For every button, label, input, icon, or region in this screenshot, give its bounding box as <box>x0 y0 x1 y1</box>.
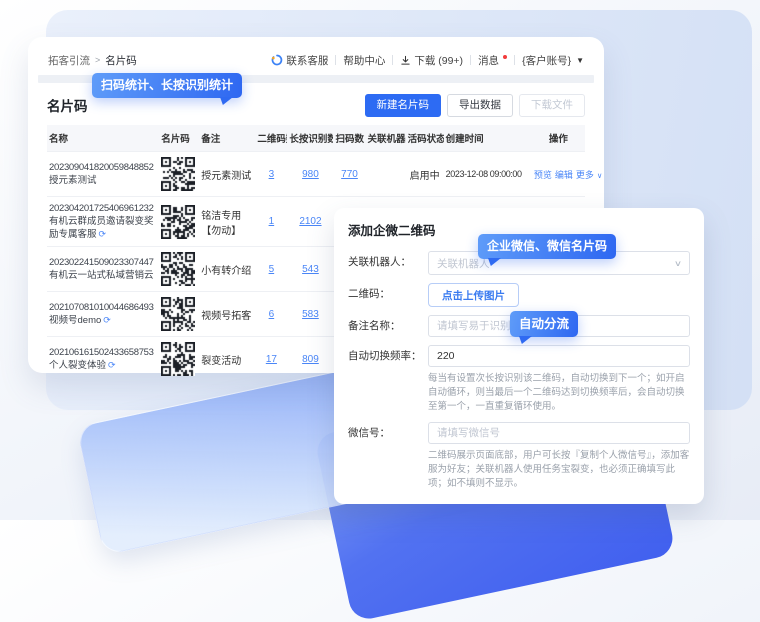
longpress-count-link[interactable]: 2102 <box>299 216 321 227</box>
account-menu[interactable]: {客户账号} ▼ <box>522 53 584 68</box>
messages-link[interactable]: 消息 <box>478 53 507 68</box>
preview-link[interactable]: 预览 <box>534 170 552 180</box>
chevron-down-icon: ∨ <box>674 259 682 268</box>
remark-name-label: 备注名称： <box>348 315 428 337</box>
col-actions: 操作 <box>532 125 585 152</box>
col-qrcode: 名片码 <box>159 125 199 152</box>
divider <box>335 55 336 65</box>
row-name: 授元素测试 <box>49 174 157 187</box>
longpress-count-link[interactable]: 809 <box>302 354 319 365</box>
col-name: 名称 <box>47 125 159 152</box>
download-icon <box>400 55 411 66</box>
col-status: 活码状态 <box>406 125 444 152</box>
more-chevron-icon[interactable]: ∨ <box>597 171 603 180</box>
download-label: 下载 (99+) <box>414 53 463 68</box>
row-remark: 视频号拓客 <box>201 311 251 322</box>
table-row: 202309041820059848852 授元素测试 授元素测试 3 980 … <box>47 152 585 197</box>
qr-code-image <box>161 297 195 331</box>
row-ops: 预览编辑更多∨ <box>532 152 585 197</box>
contact-service-label: 联系客服 <box>286 53 328 68</box>
topbar-links: 联系客服 帮助中心 下载 (99+) 消息 {客户账号} ▼ <box>271 53 584 68</box>
breadcrumb-separator-icon: > <box>95 55 100 65</box>
edit-link[interactable]: 编辑 <box>555 170 573 180</box>
scan-stats-callout: 扫码统计、长按识别统计 <box>92 73 242 98</box>
col-qr-count: 二维码数 <box>255 125 287 152</box>
sync-icon: ⟳ <box>103 315 111 325</box>
breadcrumb-current: 名片码 <box>105 53 137 68</box>
row-robot <box>366 152 406 197</box>
customer-service-icon <box>271 54 283 66</box>
qr-count-link[interactable]: 1 <box>269 216 275 227</box>
notification-dot <box>503 55 507 59</box>
qr-count-link[interactable]: 6 <box>269 309 275 320</box>
sync-icon: ⟳ <box>99 229 107 239</box>
col-robot: 关联机器人 <box>366 125 406 152</box>
row-status: 启用中 <box>406 152 444 197</box>
breadcrumb-parent[interactable]: 拓客引流 <box>48 53 90 68</box>
breadcrumb: 拓客引流 > 名片码 <box>48 53 137 68</box>
row-created: 2023-12-08 09:00:00 <box>446 169 522 179</box>
scan-count-link[interactable]: 770 <box>341 169 358 180</box>
contact-service-link[interactable]: 联系客服 <box>271 53 328 68</box>
auto-split-callout-text: 自动分流 <box>519 317 569 331</box>
row-id: 202106161502433658753 <box>49 346 157 359</box>
chevron-down-icon: ▼ <box>576 56 584 65</box>
row-remark: 授元素测试 <box>201 171 251 182</box>
col-remark: 备注 <box>199 125 255 152</box>
wechat-id-label: 微信号： <box>348 422 428 444</box>
qr-code-image <box>161 157 195 191</box>
divider <box>470 55 471 65</box>
topbar: 拓客引流 > 名片码 联系客服 帮助中心 下载 (99+) 消息 <box>38 47 594 73</box>
divider <box>514 55 515 65</box>
auto-split-callout: 自动分流 <box>510 311 578 337</box>
qr-code-image <box>161 252 195 286</box>
more-link[interactable]: 更多 <box>576 170 594 180</box>
row-name: 视频号demo⟳ <box>49 314 157 327</box>
qr-count-link[interactable]: 5 <box>269 264 275 275</box>
qr-code-image <box>161 342 195 376</box>
qr-count-link[interactable]: 17 <box>266 354 277 365</box>
col-scan-count: 扫码数 <box>333 125 365 152</box>
download-file-button[interactable]: 下载文件 <box>519 94 585 117</box>
upload-image-button[interactable]: 点击上传图片 <box>428 283 519 307</box>
messages-label: 消息 <box>478 53 499 68</box>
robot-label: 关联机器人： <box>348 251 428 273</box>
row-name: 有机云一站式私域营销云 <box>49 269 157 282</box>
sync-icon: ⟳ <box>108 360 116 370</box>
frequency-help-text: 每当有设置次长按识别该二维码，自动切换到下一个；如开启自动循环，则当最后一个二维… <box>428 372 690 414</box>
create-card-button[interactable]: 新建名片码 <box>365 94 442 117</box>
wecom-card-callout-text: 企业微信、微信名片码 <box>487 239 607 253</box>
switch-frequency-label: 自动切换频率： <box>348 345 428 367</box>
qrcode-label: 二维码： <box>348 283 428 305</box>
wechat-help-text: 二维码展示页面底部，用户可长按『复制个人微信号』，添加客服为好友；关联机器人使用… <box>428 449 690 491</box>
col-created: 创建时间 <box>444 125 532 152</box>
longpress-count-link[interactable]: 980 <box>302 169 319 180</box>
help-center-link[interactable]: 帮助中心 <box>343 53 385 68</box>
qr-code-image <box>161 205 195 239</box>
row-remark: 小有转介绍 <box>201 266 251 277</box>
switch-frequency-input[interactable] <box>428 345 690 367</box>
row-remark: 铭洁专用【勿动】 <box>201 211 241 237</box>
col-longpress-count: 长按识别数 <box>287 125 333 152</box>
longpress-count-link[interactable]: 543 <box>302 264 319 275</box>
row-id: 202304201725406961232 <box>49 202 157 215</box>
row-id: 202107081010044686493 <box>49 301 157 314</box>
divider <box>392 55 393 65</box>
scan-stats-callout-text: 扫码统计、长按识别统计 <box>101 78 233 92</box>
qr-count-link[interactable]: 3 <box>269 169 275 180</box>
row-id: 202309041820059848852 <box>49 161 157 174</box>
download-link[interactable]: 下载 (99+) <box>400 53 463 68</box>
page-title: 名片码 <box>47 95 88 115</box>
row-name: 个人裂变体验⟳ <box>49 359 157 372</box>
help-center-label: 帮助中心 <box>343 53 385 68</box>
wecom-card-callout: 企业微信、微信名片码 <box>478 234 616 259</box>
account-label: {客户账号} <box>522 53 571 68</box>
export-data-button[interactable]: 导出数据 <box>447 94 513 117</box>
table-header-row: 名称 名片码 备注 二维码数 长按识别数 扫码数 关联机器人 活码状态 创建时间… <box>47 125 585 152</box>
row-name: 有机云群成员邀请裂变奖励专属客服⟳ <box>49 215 157 241</box>
wechat-id-input[interactable] <box>428 422 690 444</box>
row-id: 202302241509023307447 <box>49 256 157 269</box>
row-remark: 裂变活动 <box>201 356 241 367</box>
longpress-count-link[interactable]: 583 <box>302 309 319 320</box>
